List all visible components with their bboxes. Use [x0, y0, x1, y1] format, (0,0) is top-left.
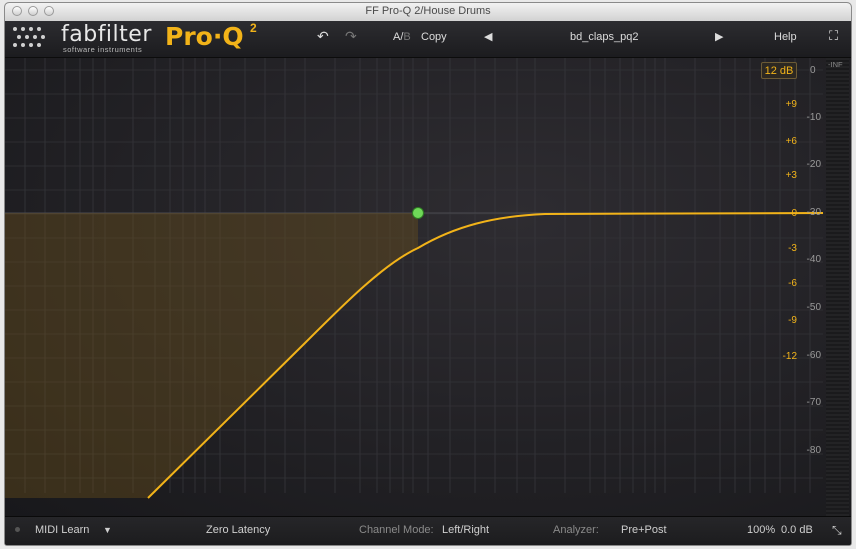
ab-compare-button[interactable]: A/B: [393, 31, 411, 43]
meter-zero-label: 0: [810, 65, 816, 76]
analyzer-scale-label: -70: [806, 397, 821, 408]
channel-mode-value[interactable]: Left/Right: [442, 524, 489, 536]
channel-mode-label: Channel Mode:: [359, 524, 434, 536]
fullscreen-icon[interactable]: ⛶: [829, 28, 838, 44]
gain-scale-label: +9: [785, 99, 797, 110]
analyzer-scale-label: -20: [806, 159, 821, 170]
product-version: 2: [250, 21, 257, 35]
preset-name[interactable]: bd_claps_pq2: [570, 31, 639, 43]
midi-indicator-icon: [15, 527, 20, 532]
brand-name: fabfilter: [61, 22, 152, 47]
display-range-button[interactable]: 12 dB: [761, 62, 797, 79]
analyzer-value[interactable]: Pre+Post: [621, 524, 667, 536]
window-title: FF Pro-Q 2/House Drums: [365, 5, 491, 17]
brand-tagline: software instruments: [63, 45, 143, 54]
gain-scale-label: -3: [788, 243, 797, 254]
analyzer-scale-label: -50: [806, 302, 821, 313]
zoom-level[interactable]: 100%: [747, 524, 775, 536]
analyzer-scale-label: -80: [806, 445, 821, 456]
analyzer-scale-label: -60: [806, 350, 821, 361]
analyzer-scale-label: -40: [806, 254, 821, 265]
plugin-footer: MIDI Learn ▼ Zero Latency Channel Mode: …: [5, 516, 851, 545]
output-gain[interactable]: 0.0 dB: [781, 524, 813, 536]
meter-inf-label: -INF: [828, 60, 843, 69]
latency-mode[interactable]: Zero Latency: [206, 524, 270, 536]
resize-handle-icon[interactable]: ⤡: [832, 523, 842, 538]
preset-next-icon[interactable]: ▶: [715, 30, 723, 43]
window-titlebar: FF Pro-Q 2/House Drums: [5, 3, 851, 22]
redo-icon[interactable]: ↷: [345, 28, 357, 45]
gain-scale-label: +6: [785, 136, 797, 147]
gain-scale-label: +3: [785, 170, 797, 181]
midi-dropdown-icon[interactable]: ▼: [103, 525, 112, 535]
plugin-window: FF Pro-Q 2/House Drums fabfilter softwar…: [4, 2, 852, 546]
preset-prev-icon[interactable]: ◀: [484, 30, 492, 43]
eq-display[interactable]: 12 dB 0 -INF +9 +6 +3 0 -3 -6 -9 -12 -10 -20 -30-…: [5, 58, 852, 516]
midi-learn-button[interactable]: MIDI Learn: [35, 524, 89, 536]
eq-graph[interactable]: [5, 58, 852, 516]
plugin-header: fabfilter software instruments Pro·Q 2 ↶…: [5, 21, 851, 58]
undo-icon[interactable]: ↶: [317, 28, 329, 45]
copy-button[interactable]: Copy: [421, 31, 447, 43]
analyzer-scale-label: -10: [806, 112, 821, 123]
help-button[interactable]: Help: [774, 31, 797, 43]
product-name: Pro·Q: [165, 22, 244, 51]
fabfilter-logo-icon: [13, 25, 51, 53]
gain-scale-label: -9: [788, 315, 797, 326]
gain-scale-label: -6: [788, 278, 797, 289]
eq-band-node[interactable]: [412, 207, 424, 219]
output-level-meter: [826, 58, 849, 516]
analyzer-scale-label: -30: [806, 207, 821, 218]
analyzer-label: Analyzer:: [553, 524, 599, 536]
